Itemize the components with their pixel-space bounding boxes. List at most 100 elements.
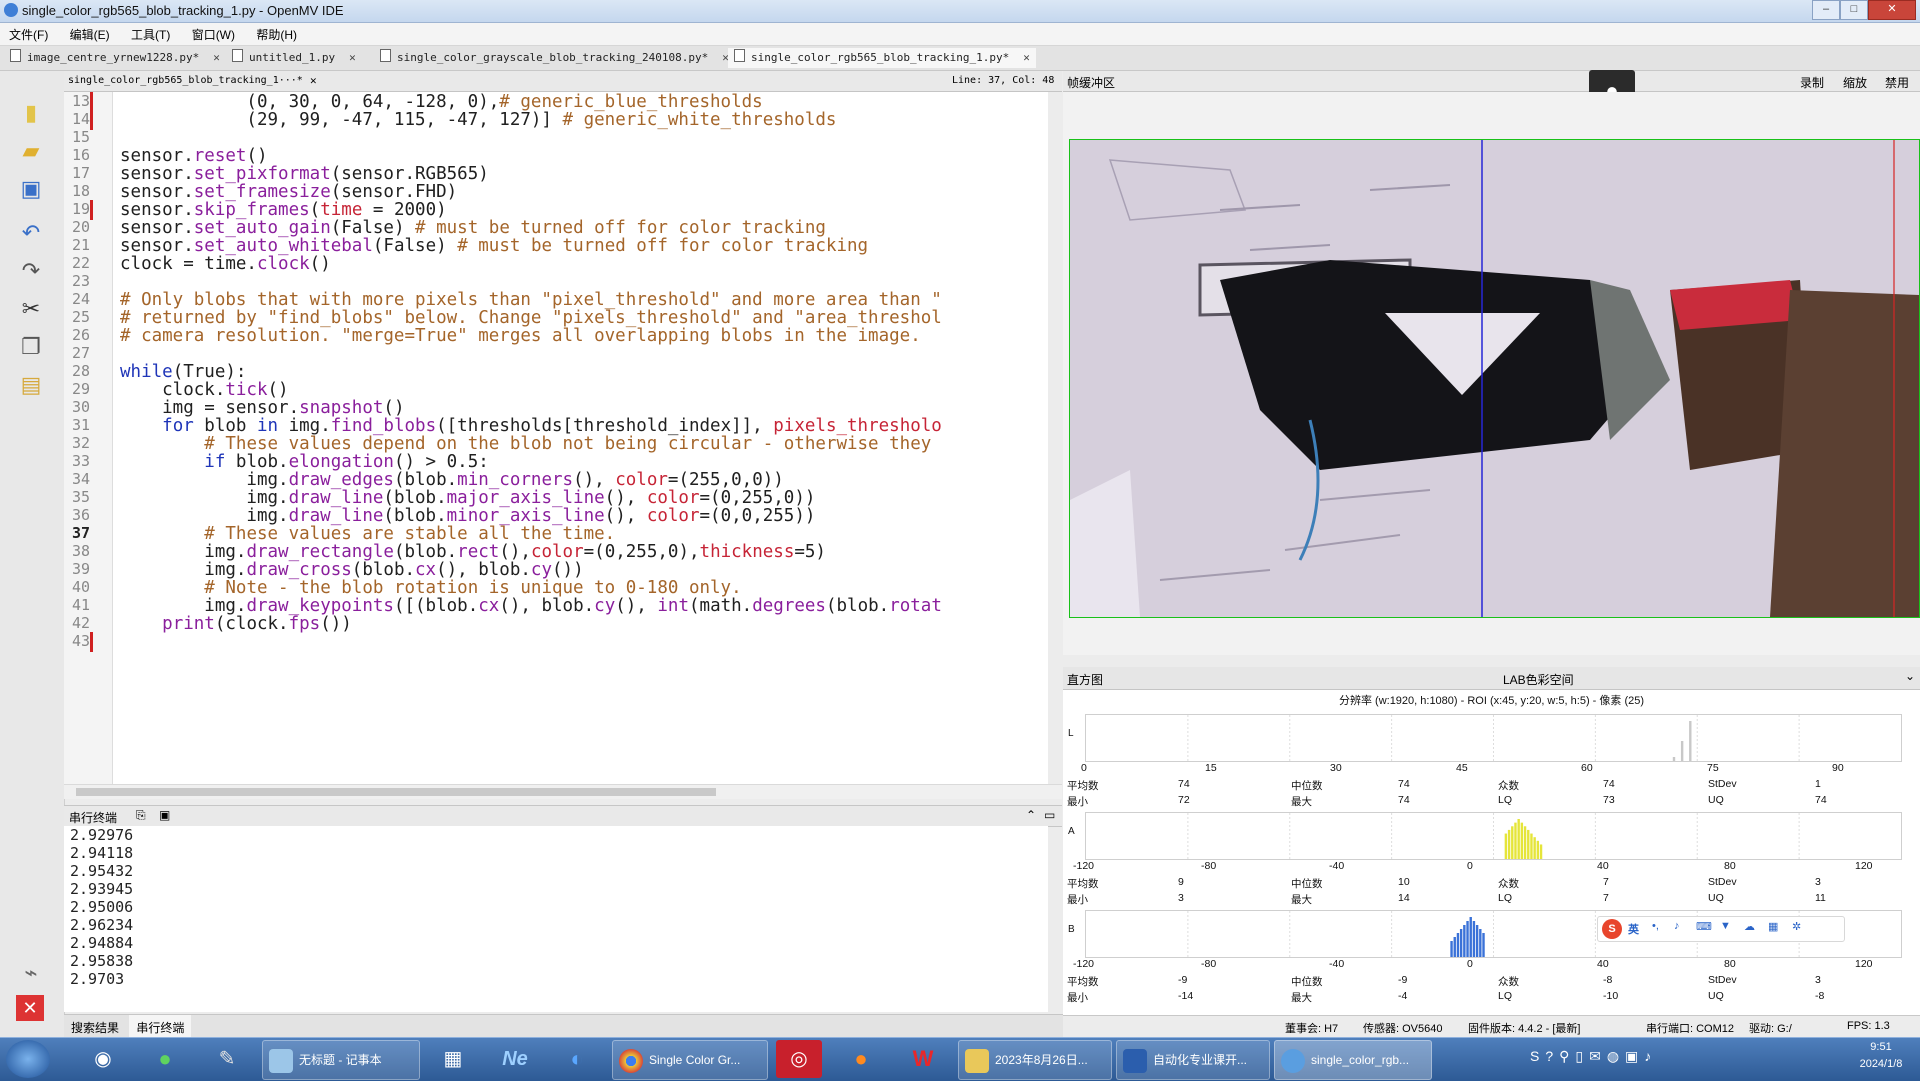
close-tab-icon[interactable]: ✕ — [213, 51, 220, 64]
tab-grayscale-blob[interactable]: single_color_grayscale_blob_tracking_240… — [380, 48, 729, 68]
line-number: 18 — [71, 182, 90, 200]
pen-tool-icon[interactable]: ✎ — [204, 1040, 250, 1078]
chevron-down-icon[interactable]: ⌄ — [1905, 669, 1915, 683]
histogram-bar — [1523, 826, 1527, 859]
settings-icon[interactable]: ✲ — [1792, 920, 1801, 933]
close-window-button[interactable]: ✕ — [1868, 0, 1916, 20]
ime-toolbar[interactable]: S 英 •, ♪ ⌨ ▼ ☁ ▦ ✲ — [1597, 916, 1845, 942]
connect-icon[interactable]: ⌁ — [16, 959, 46, 987]
cut-icon[interactable]: ✂ — [16, 295, 46, 323]
camera-frame[interactable] — [1069, 139, 1920, 618]
code-line-39: img.draw_cross(blob.cx(), blob.cy()) — [120, 560, 584, 580]
cloud-icon[interactable]: ☁ — [1744, 920, 1755, 933]
line-number: 17 — [71, 164, 90, 182]
record-button[interactable]: 录制 — [1800, 74, 1824, 91]
minimize-button[interactable]: – — [1812, 0, 1840, 20]
histogram-bars-l — [1187, 715, 1800, 761]
menu-window[interactable]: 窗口(W) — [183, 23, 244, 46]
disable-button[interactable]: 禁用 — [1885, 74, 1909, 91]
histogram-bar — [1517, 819, 1520, 859]
wps-icon[interactable]: W — [900, 1040, 946, 1078]
redo-icon[interactable]: ↷ — [16, 257, 46, 285]
editor-close-icon[interactable]: ✕ — [310, 74, 317, 87]
close-tab-icon[interactable]: ✕ — [1023, 51, 1030, 64]
keyboard-icon[interactable]: ⌨ — [1696, 920, 1712, 933]
sogou-icon[interactable]: S — [1602, 919, 1622, 939]
tab-untitled[interactable]: untitled_1.py ✕ — [232, 48, 356, 68]
menu-tools[interactable]: 工具(T) — [122, 23, 179, 46]
float-panel-icon[interactable]: ▭ — [1044, 808, 1055, 822]
clock-time[interactable]: 9:51 — [1848, 1041, 1914, 1053]
taskbar-folder[interactable]: 2023年8月26日... — [958, 1040, 1112, 1080]
menu-help[interactable]: 帮助(H) — [247, 23, 306, 46]
new-file-icon[interactable]: ▮ — [16, 99, 46, 127]
stat-mode-l: 74 — [1603, 778, 1615, 790]
photos-app-icon[interactable]: ◉ — [80, 1040, 126, 1078]
open-folder-icon[interactable]: ▰ — [16, 137, 46, 165]
histogram-plot-a — [1085, 812, 1902, 860]
save-icon[interactable]: ▣ — [16, 175, 46, 203]
histogram-bar — [1514, 822, 1517, 859]
ne-app-icon[interactable]: Ne — [492, 1040, 538, 1078]
collapse-icon[interactable]: ⌃ — [1026, 808, 1036, 822]
file-icon — [734, 49, 745, 62]
taskbar-openmv[interactable]: single_color_rgb... — [1274, 1040, 1432, 1080]
copy-icon[interactable]: ⎘ — [136, 808, 146, 823]
maximize-button[interactable]: □ — [1840, 0, 1868, 20]
firefox-icon[interactable]: ● — [838, 1040, 884, 1078]
line-number: 19 — [71, 200, 90, 218]
browser-icon[interactable]: ◐ — [554, 1040, 600, 1078]
serial-line: 2.95432 — [70, 862, 134, 880]
calculator-icon[interactable]: ▦ — [430, 1040, 476, 1078]
code-line-41: img.draw_keypoints([(blob.cx(), blob.cy(… — [120, 596, 942, 616]
microphone-icon[interactable]: ♪ — [1674, 920, 1680, 932]
windows-taskbar: ◉ ● ✎ 无标题 - 记事本 ▦ Ne ◐ Single Color Gr..… — [0, 1037, 1920, 1081]
firmware-status[interactable]: 固件版本: 4.4.2 - [最新] — [1468, 1020, 1580, 1036]
colorspace-select[interactable]: LAB色彩空间 — [1503, 671, 1574, 688]
menu-file[interactable]: 文件(F) — [0, 23, 57, 46]
taskbar-notepad[interactable]: 无标题 - 记事本 — [262, 1040, 420, 1080]
system-tray[interactable]: S?⚲▯✉◍▣♪ — [1530, 1048, 1780, 1068]
stat-label: 最大 — [1291, 796, 1312, 808]
undo-icon[interactable]: ↶ — [16, 219, 46, 247]
skin-icon[interactable]: ▼ — [1720, 920, 1731, 932]
stat-label: 中位数 — [1291, 780, 1323, 792]
wechat-icon[interactable]: ● — [142, 1040, 188, 1078]
stat-label: 众数 — [1498, 878, 1519, 890]
line-number: 29 — [71, 380, 90, 398]
paste-icon[interactable]: ▤ — [16, 371, 46, 399]
tab-rgb565-blob[interactable]: single_color_rgb565_blob_tracking_1.py* ✕ — [728, 48, 1036, 68]
editor-horizontal-scrollbar[interactable] — [64, 784, 1062, 799]
copy-icon[interactable]: ❐ — [16, 333, 46, 361]
taskbar-chrome[interactable]: Single Color Gr... — [612, 1040, 768, 1080]
save-log-icon[interactable]: ▣ — [159, 808, 170, 822]
clock-date[interactable]: 2024/1/8 — [1848, 1058, 1914, 1070]
editor-file-select[interactable]: single_color_rgb565_blob_tracking_1···* — [68, 75, 303, 86]
code-editor[interactable]: 13 14 15 16 17 18 19 20 21 22 23 24 25 26 27 28 29 30 31 32… — [64, 92, 1048, 784]
close-tab-icon[interactable]: ✕ — [349, 51, 356, 64]
stat-median-a: 10 — [1398, 876, 1410, 888]
tick-label: 40 — [1597, 860, 1609, 872]
serial-terminal-output[interactable]: 2.92976 2.94118 2.95432 2.93945 2.95006 … — [64, 826, 1048, 1012]
taskbar-word[interactable]: 自动化专业课开... — [1116, 1040, 1270, 1080]
code-line-24: # Only blobs that with more pixels than … — [120, 290, 942, 310]
tab-image-centre[interactable]: image_centre_yrnew1228.py* ✕ — [10, 48, 220, 68]
serial-line: 2.95006 — [70, 898, 134, 916]
stop-icon[interactable]: ✕ — [16, 995, 44, 1021]
histogram-bar — [1507, 829, 1511, 859]
scroll-thumb[interactable] — [76, 788, 716, 796]
stat-label: LQ — [1498, 892, 1513, 904]
stat-label: UQ — [1708, 892, 1724, 904]
line-number: 28 — [71, 362, 90, 380]
serial-line: 2.95838 — [70, 952, 134, 970]
punctuation-icon[interactable]: •, — [1652, 920, 1659, 932]
code-line-17: sensor.set_pixformat(sensor.RGB565) — [120, 164, 489, 184]
apps-grid-icon[interactable]: ▦ — [1768, 920, 1778, 933]
zoom-button[interactable]: 缩放 — [1843, 74, 1867, 91]
ime-language-label[interactable]: 英 — [1628, 921, 1639, 937]
line-number: 16 — [71, 146, 90, 164]
eye-app-icon[interactable]: ◎ — [776, 1040, 822, 1078]
stat-label: 平均数 — [1067, 976, 1099, 988]
start-button[interactable] — [6, 1040, 50, 1078]
menu-edit[interactable]: 编辑(E) — [61, 23, 119, 46]
